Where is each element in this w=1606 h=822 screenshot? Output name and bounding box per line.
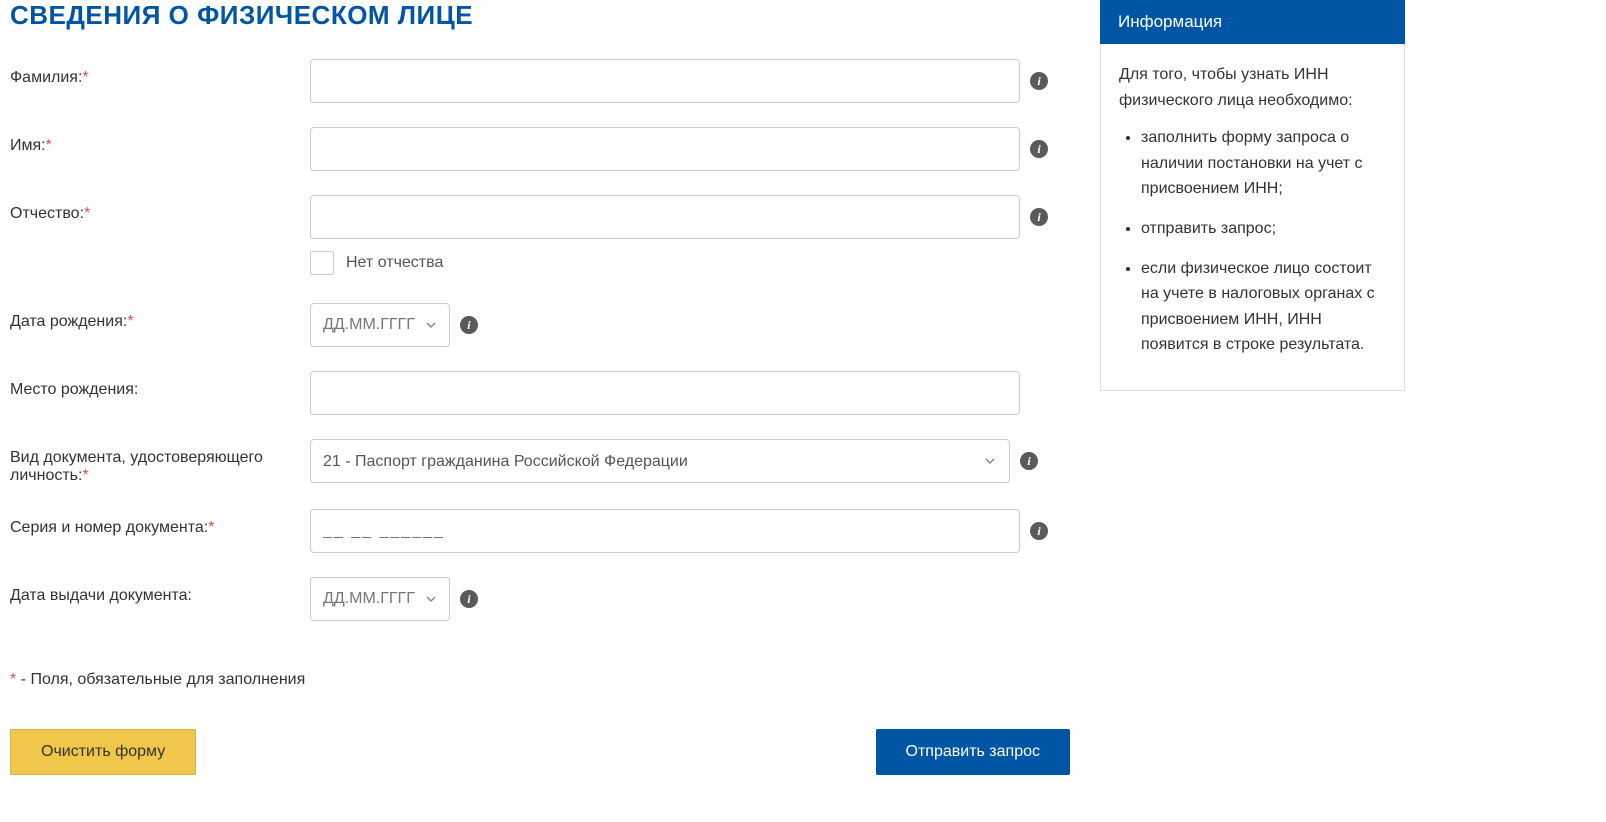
row-no-patronymic: Нет отчества — [310, 251, 1070, 275]
button-row: Очистить форму Отправить запрос — [10, 729, 1070, 775]
info-icon[interactable]: i — [1030, 140, 1048, 158]
sidebar-item: отправить запрос; — [1141, 216, 1386, 242]
required-asterisk: * — [208, 519, 214, 536]
sidebar-intro: Для того, чтобы узнать ИНН физического л… — [1119, 62, 1386, 113]
label-docissuedate: Дата выдачи документа: — [10, 577, 310, 605]
label-doctype-text: Вид документа, удостоверяющего личность: — [10, 449, 263, 484]
no-patronymic-checkbox[interactable] — [310, 251, 334, 275]
info-icon[interactable]: i — [1030, 522, 1048, 540]
birthplace-input[interactable] — [310, 371, 1020, 415]
row-birthplace: Место рождения: — [10, 371, 1070, 415]
chevron-down-icon — [425, 319, 437, 331]
page-title: СВЕДЕНИЯ О ФИЗИЧЕСКОМ ЛИЦЕ — [10, 0, 1070, 31]
docserial-input[interactable] — [310, 509, 1020, 553]
label-birthplace: Место рождения: — [10, 371, 310, 399]
label-patronymic: Отчество:* — [10, 195, 310, 223]
sidebar-body: Для того, чтобы узнать ИНН физического л… — [1100, 44, 1405, 391]
label-surname-text: Фамилия: — [10, 69, 82, 86]
label-birthdate-text: Дата рождения: — [10, 313, 127, 330]
label-name: Имя:* — [10, 127, 310, 155]
sidebar-item: заполнить форму запроса о наличии постан… — [1141, 125, 1386, 202]
birthdate-input[interactable]: ДД.ММ.ГГГГ — [310, 303, 450, 347]
label-patronymic-text: Отчество: — [10, 205, 84, 222]
label-birthplace-text: Место рождения: — [10, 381, 138, 398]
info-icon[interactable]: i — [1030, 208, 1048, 226]
sidebar-list: заполнить форму запроса о наличии постан… — [1119, 125, 1386, 358]
label-docserial-text: Серия и номер документа: — [10, 519, 208, 536]
info-icon[interactable]: i — [460, 590, 478, 608]
row-surname: Фамилия:* i — [10, 59, 1070, 103]
name-input[interactable] — [310, 127, 1020, 171]
patronymic-input[interactable] — [310, 195, 1020, 239]
label-docserial: Серия и номер документа:* — [10, 509, 310, 537]
required-asterisk: * — [82, 69, 88, 86]
row-docissuedate: Дата выдачи документа: ДД.ММ.ГГГГ i — [10, 577, 1070, 621]
label-name-text: Имя: — [10, 137, 46, 154]
sidebar: Информация Для того, чтобы узнать ИНН фи… — [1100, 0, 1405, 775]
info-icon[interactable]: i — [1030, 72, 1048, 90]
clear-button[interactable]: Очистить форму — [10, 729, 196, 775]
row-patronymic: Отчество:* i — [10, 195, 1070, 239]
note-text: - Поля, обязательные для заполнения — [16, 671, 305, 688]
birthdate-placeholder: ДД.ММ.ГГГГ — [323, 316, 415, 334]
row-birthdate: Дата рождения:* ДД.ММ.ГГГГ i — [10, 303, 1070, 347]
info-icon[interactable]: i — [460, 316, 478, 334]
docissuedate-input[interactable]: ДД.ММ.ГГГГ — [310, 577, 450, 621]
main-form: СВЕДЕНИЯ О ФИЗИЧЕСКОМ ЛИЦЕ Фамилия:* i И… — [10, 0, 1070, 775]
label-surname: Фамилия:* — [10, 59, 310, 87]
chevron-down-icon — [425, 593, 437, 605]
submit-button[interactable]: Отправить запрос — [876, 729, 1070, 775]
label-birthdate: Дата рождения:* — [10, 303, 310, 331]
sidebar-item: если физическое лицо состоит на учете в … — [1141, 256, 1386, 358]
required-asterisk: * — [82, 467, 88, 484]
required-asterisk: * — [84, 205, 90, 222]
required-asterisk: * — [127, 313, 133, 330]
info-icon[interactable]: i — [1020, 452, 1038, 470]
sidebar-header: Информация — [1100, 0, 1405, 44]
label-doctype: Вид документа, удостоверяющего личность:… — [10, 439, 310, 485]
surname-input[interactable] — [310, 59, 1020, 103]
row-docserial: Серия и номер документа:* i — [10, 509, 1070, 553]
docissuedate-placeholder: ДД.ММ.ГГГГ — [323, 590, 415, 608]
required-note: * - Поля, обязательные для заполнения — [10, 671, 1070, 689]
required-asterisk: * — [46, 137, 52, 154]
label-docissuedate-text: Дата выдачи документа: — [10, 587, 192, 604]
no-patronymic-label: Нет отчества — [346, 254, 443, 272]
row-name: Имя:* i — [10, 127, 1070, 171]
doctype-select[interactable]: 21 - Паспорт гражданина Российской Федер… — [310, 439, 1010, 483]
row-doctype: Вид документа, удостоверяющего личность:… — [10, 439, 1070, 485]
